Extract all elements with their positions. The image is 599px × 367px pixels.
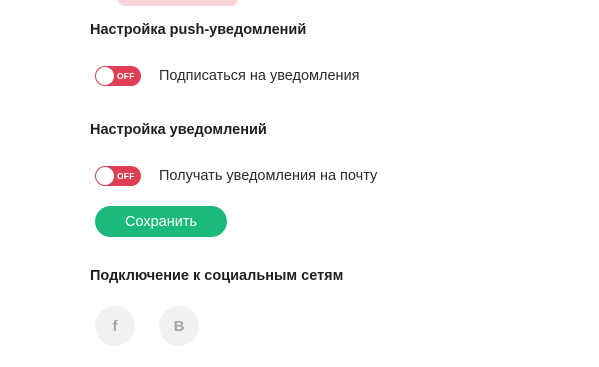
vk-connect-button[interactable]: B xyxy=(159,306,199,346)
top-accent-button xyxy=(118,0,238,6)
toggle-state-label: OFF xyxy=(117,71,135,81)
toggle-state-label: OFF xyxy=(117,171,135,181)
push-subscribe-toggle[interactable]: OFF xyxy=(95,66,141,86)
facebook-connect-button[interactable]: f xyxy=(95,306,135,346)
save-button[interactable]: Сохранить xyxy=(95,206,227,237)
toggle-knob xyxy=(96,167,114,185)
vk-icon: B xyxy=(173,317,185,335)
toggle-knob xyxy=(96,67,114,85)
push-toggle-row: OFF Подписаться на уведомления xyxy=(95,65,360,87)
push-subscribe-label: Подписаться на уведомления xyxy=(159,68,360,84)
email-notifications-toggle[interactable]: OFF xyxy=(95,166,141,186)
email-toggle-row: OFF Получать уведомления на почту xyxy=(95,165,377,187)
social-connections-title: Подключение к социальным сетям xyxy=(90,268,344,284)
email-notifications-label: Получать уведомления на почту xyxy=(159,168,378,184)
push-settings-title: Настройка push-уведомлений xyxy=(90,22,307,38)
notification-settings-title: Настройка уведомлений xyxy=(90,122,267,138)
facebook-icon: f xyxy=(112,317,118,335)
